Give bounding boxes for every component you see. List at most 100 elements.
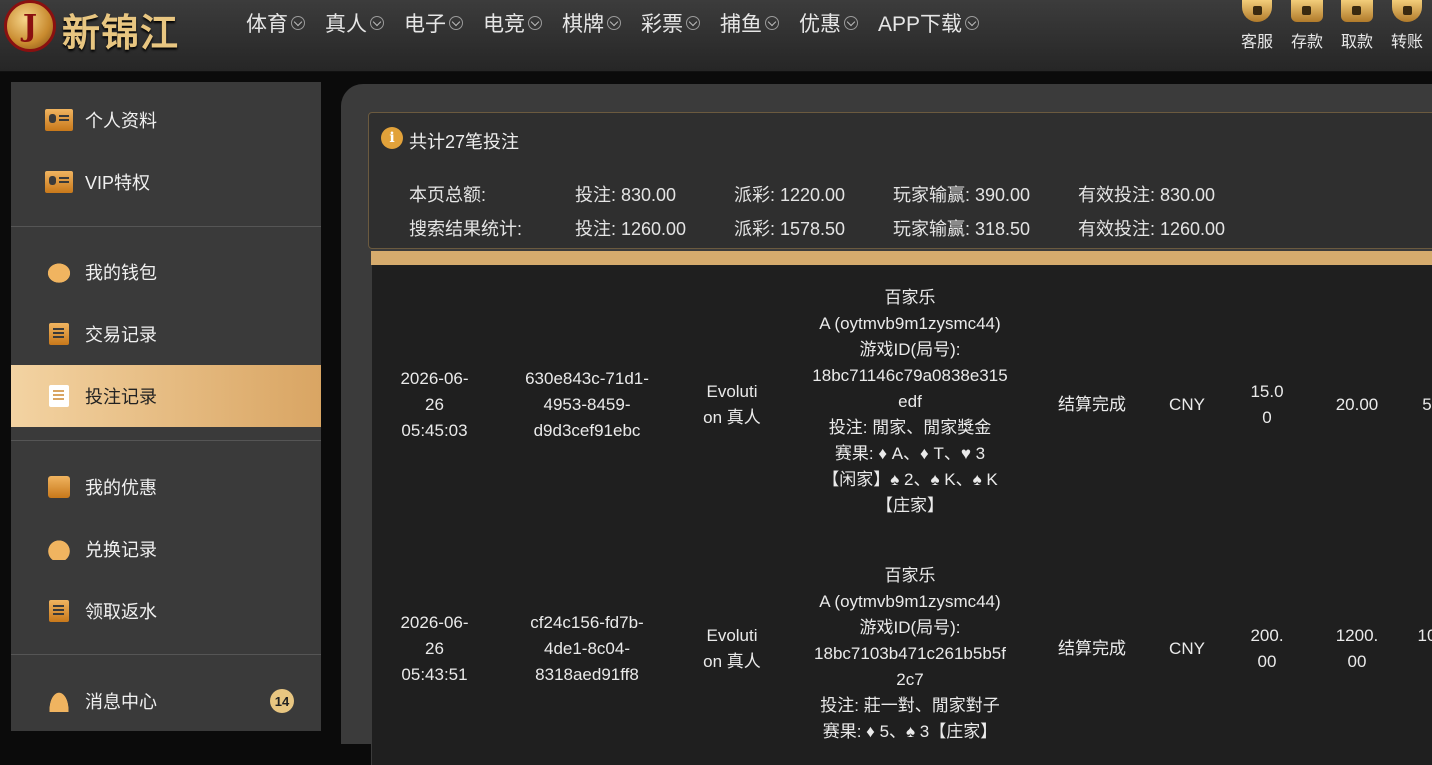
sidebar-item-profile[interactable]: 个人资料 [11, 89, 321, 151]
sidebar-item-label: VIP特权 [85, 173, 151, 193]
nav-label: 电竞 [483, 13, 525, 36]
chevron-down-icon [607, 16, 621, 30]
transfer-icon [1392, 0, 1422, 22]
page-total-valid-bet: 有效投注: 830.00 [1078, 185, 1216, 205]
sidebar-item-label: 我的钱包 [85, 263, 157, 283]
nav-item-slots[interactable]: 电子 [404, 6, 463, 40]
bell-icon [48, 690, 70, 712]
brand-logo[interactable]: J 新锦江 [0, 0, 220, 56]
currency-cell: CNY [1169, 639, 1205, 658]
sidebar-item-rebate[interactable]: 领取返水 [11, 580, 321, 642]
sidebar-item-messages[interactable]: 消息中心 14 [11, 670, 321, 732]
chevron-down-icon [965, 16, 980, 30]
quick-label: 存款 [1290, 34, 1323, 51]
nav-label: 捕鱼 [720, 13, 762, 36]
nav-item-sports[interactable]: 体育 [246, 6, 305, 40]
brand-name: 新锦江 [62, 11, 180, 55]
deposit-button[interactable]: 存款 [1282, 0, 1332, 52]
vip-card-icon [45, 171, 73, 193]
page-total-label: 本页总额: [409, 185, 487, 205]
sidebar-item-label: 消息中心 [85, 692, 157, 712]
payout-cell: 20.00 [1335, 395, 1379, 414]
nav-item-app-download[interactable]: APP下载 [878, 6, 980, 40]
money-bag-icon [45, 538, 73, 560]
gift-bag-icon [48, 476, 70, 498]
win-loss-cell: 5 [1422, 395, 1432, 414]
status-cell: 结算完成 [1058, 639, 1126, 658]
page-total-payout: 派彩: 1220.00 [734, 185, 846, 205]
rebate-doc-icon [49, 600, 69, 622]
quick-label: 转账 [1390, 34, 1423, 51]
platform-cell: Evoluti on 真人 [703, 626, 761, 671]
nav-item-promotions[interactable]: 优惠 [799, 6, 858, 40]
quick-label: 取款 [1340, 34, 1373, 51]
sidebar-item-label: 我的优惠 [85, 478, 157, 498]
nav-item-live[interactable]: 真人 [325, 6, 384, 40]
summary-box: i 共计27笔投注 本页总额: 投注: 830.00 派彩: 1220.00 玩… [368, 112, 1432, 249]
quick-actions: 客服 存款 取款 转账 [1232, 0, 1432, 52]
support-button[interactable]: 客服 [1232, 0, 1282, 52]
logo-letter: J [22, 8, 38, 44]
bet-time-cell: 2026-06- 26 05:43:51 [400, 613, 469, 684]
search-total-win-loss: 玩家输赢: 318.50 [893, 219, 1031, 239]
nav-label: 真人 [325, 13, 367, 36]
sidebar-item-label: 投注记录 [85, 387, 157, 407]
sidebar-item-wallet[interactable]: 我的钱包 [11, 241, 321, 303]
chevron-down-icon [686, 16, 700, 30]
nav-item-esports[interactable]: 电竞 [483, 6, 542, 40]
bet-record-doc-icon [49, 385, 69, 407]
nav-label: APP下载 [878, 13, 963, 36]
order-id-cell: 630e843c-71d1- 4953-8459- d9d3cef91ebc [525, 369, 649, 440]
nav-item-cards[interactable]: 棋牌 [562, 6, 621, 40]
page-total-bet: 投注: 830.00 [575, 185, 677, 205]
piggy-bank-icon [45, 261, 73, 283]
nav-item-fishing[interactable]: 捕鱼 [720, 6, 779, 40]
account-sidebar: 个人资料 VIP特权 我的钱包 交易记录 投注记录 我的优惠 兑换记录 领取返水… [11, 82, 321, 731]
top-navigation-bar: J 新锦江 体育 真人 电子 电竞 棋牌 彩票 捕鱼 优惠 APP下载 客服 存… [0, 0, 1432, 72]
chevron-down-icon [370, 16, 384, 30]
info-icon: i [381, 127, 403, 149]
page-total-win-loss: 玩家输赢: 390.00 [893, 185, 1031, 205]
sidebar-item-vip[interactable]: VIP特权 [11, 151, 321, 213]
support-icon [1242, 0, 1272, 22]
bet-records-panel: i 共计27笔投注 本页总额: 投注: 830.00 派彩: 1220.00 玩… [341, 84, 1432, 765]
chevron-down-icon [765, 16, 779, 30]
withdraw-button[interactable]: 取款 [1332, 0, 1382, 52]
nav-item-lottery[interactable]: 彩票 [641, 6, 700, 40]
bet-records-table: 2026-06- 26 05:45:03 630e843c-71d1- 4953-84… [371, 265, 1432, 765]
game-detail-cell: 百家乐 A (oytmvb9m1zysmc44) 游戏ID(局号): 18bc7103… [814, 566, 1006, 741]
transfer-button[interactable]: 转账 [1382, 0, 1432, 52]
sidebar-item-my-promotions[interactable]: 我的优惠 [11, 456, 321, 518]
nav-label: 电子 [404, 13, 446, 36]
chevron-down-icon [844, 16, 858, 30]
sidebar-item-label: 兑换记录 [85, 540, 157, 560]
search-total-bet: 投注: 1260.00 [575, 219, 687, 239]
bet-time-cell: 2026-06- 26 05:45:03 [400, 369, 469, 440]
sidebar-item-exchange-records[interactable]: 兑换记录 [11, 518, 321, 580]
deposit-icon [1291, 0, 1323, 22]
chevron-down-icon [528, 16, 542, 30]
sidebar-item-transactions[interactable]: 交易记录 [11, 303, 321, 365]
platform-cell: Evoluti on 真人 [703, 382, 761, 427]
nav-label: 棋牌 [562, 13, 604, 36]
chevron-down-icon [291, 16, 305, 30]
chevron-down-icon [449, 16, 463, 30]
nav-label: 优惠 [799, 13, 841, 36]
summary-title: 共计27笔投注 [409, 132, 520, 152]
table-header-bar [371, 251, 1432, 265]
sidebar-item-label: 领取返水 [85, 602, 157, 622]
win-loss-cell: 10 [1417, 626, 1432, 645]
search-total-label: 搜索结果统计: [409, 219, 523, 239]
currency-cell: CNY [1169, 395, 1205, 414]
nav-label: 彩票 [641, 13, 683, 36]
quick-label: 客服 [1240, 34, 1273, 51]
search-total-valid-bet: 有效投注: 1260.00 [1078, 219, 1226, 239]
profile-card-icon [45, 109, 73, 131]
status-cell: 结算完成 [1058, 395, 1126, 414]
bet-amount-cell: 15.0 0 [1250, 382, 1284, 427]
game-detail-cell: 百家乐 A (oytmvb9m1zysmc44) 游戏ID(局号): 18bc7114… [812, 288, 1008, 515]
bet-amount-cell: 200. 00 [1250, 626, 1284, 671]
search-total-payout: 派彩: 1578.50 [734, 219, 846, 239]
sidebar-item-bet-records[interactable]: 投注记录 [11, 365, 321, 427]
sidebar-divider [11, 226, 321, 227]
